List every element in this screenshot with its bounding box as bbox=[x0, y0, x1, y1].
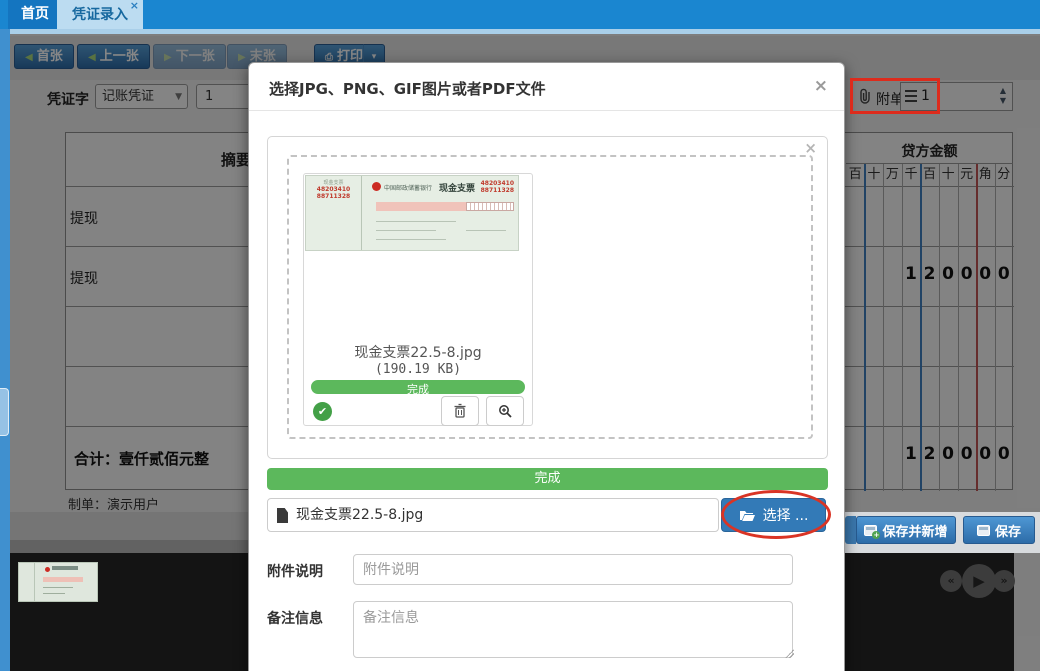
selected-file-field[interactable]: 现金支票22.5-8.jpg bbox=[267, 498, 719, 532]
uploaded-filesize: (190.19 KB) bbox=[304, 362, 532, 377]
file-icon bbox=[277, 508, 288, 523]
tab-voucher-label: 凭证录入 bbox=[72, 7, 128, 23]
zoom-file-button[interactable] bbox=[486, 396, 524, 426]
attachment-desc-input[interactable] bbox=[353, 554, 793, 585]
save-and-new-button[interactable]: + 保存并新增 bbox=[856, 516, 956, 544]
remark-textarea[interactable] bbox=[353, 601, 793, 658]
upload-done-check-icon: ✔ bbox=[313, 402, 332, 421]
tab-voucher-entry[interactable]: 凭证录入 × bbox=[57, 0, 143, 29]
film-play-button[interactable]: ▶ bbox=[962, 564, 996, 598]
voucher-entry-app: 首页 凭证录入 × ◀首张 ◀上一张 ▶下一张 ▶末张 ⎙打印 ▾ 凭证字 记账… bbox=[0, 0, 1040, 671]
upload-dialog: 选择JPG、PNG、GIF图片或者PDF文件 × × 现金支票 48203410… bbox=[248, 62, 845, 671]
uploaded-file-card: 现金支票 48203410 88711328 中国邮政储蓄银行 现金支票 482… bbox=[303, 173, 533, 426]
window-plus-icon: + bbox=[864, 525, 877, 536]
overall-progress-bar: 完成 bbox=[267, 468, 828, 490]
cheque-numbers: 4820341088711328 bbox=[481, 180, 514, 194]
cheque-preview-image[interactable]: 现金支票 48203410 88711328 中国邮政储蓄银行 现金支票 482… bbox=[305, 175, 519, 251]
film-prev-button[interactable]: « bbox=[940, 570, 962, 592]
bank-name: 中国邮政储蓄银行 bbox=[384, 183, 432, 192]
trash-icon bbox=[453, 403, 467, 419]
hidden-button-sliver[interactable] bbox=[845, 516, 856, 544]
cheque-title: 现金支票 bbox=[439, 181, 475, 194]
tab-bar: 首页 凭证录入 × bbox=[0, 0, 1040, 29]
dialog-header: 选择JPG、PNG、GIF图片或者PDF文件 × bbox=[249, 63, 844, 111]
film-next-button[interactable]: » bbox=[993, 570, 1015, 592]
tab-close-icon[interactable]: × bbox=[130, 0, 139, 12]
amount-band bbox=[376, 202, 468, 211]
annotation-circle-select-button bbox=[721, 490, 831, 539]
dialog-title: 选择JPG、PNG、GIF图片或者PDF文件 bbox=[269, 78, 546, 99]
sidebar-expand-handle[interactable] bbox=[0, 388, 9, 436]
attachment-thumbnail[interactable] bbox=[18, 562, 98, 602]
delete-file-button[interactable] bbox=[441, 396, 479, 426]
bank-logo-icon bbox=[45, 567, 50, 572]
bank-logo-icon bbox=[372, 182, 381, 191]
tab-home[interactable]: 首页 bbox=[8, 0, 62, 29]
uploaded-filename: 现金支票22.5-8.jpg bbox=[304, 342, 532, 362]
save-icon bbox=[977, 525, 990, 536]
save-actions-panel: + 保存并新增 保存 bbox=[845, 512, 1040, 553]
file-dropzone[interactable]: 现金支票 48203410 88711328 中国邮政储蓄银行 现金支票 482… bbox=[287, 155, 813, 439]
textarea-resize-grip[interactable] bbox=[785, 649, 794, 658]
tab-understrip bbox=[0, 29, 1040, 34]
card-footer: ✔ bbox=[311, 396, 525, 426]
item-progress-bar: 完成 bbox=[311, 380, 525, 394]
attachment-desc-label: 附件说明 bbox=[267, 561, 323, 581]
annotation-box-attach-docs bbox=[850, 78, 940, 114]
magnifier-icon bbox=[498, 404, 513, 419]
remark-label: 备注信息 bbox=[267, 608, 323, 628]
dialog-close-icon[interactable]: × bbox=[814, 76, 828, 96]
cheque-stub: 现金支票 48203410 88711328 bbox=[306, 176, 362, 250]
upload-panel: × 现金支票 48203410 88711328 中国邮政储蓄银行 现金支票 bbox=[267, 136, 828, 459]
amount-grid bbox=[466, 202, 514, 211]
save-button[interactable]: 保存 bbox=[963, 516, 1035, 544]
sidebar-collapsed-strip bbox=[0, 29, 10, 671]
